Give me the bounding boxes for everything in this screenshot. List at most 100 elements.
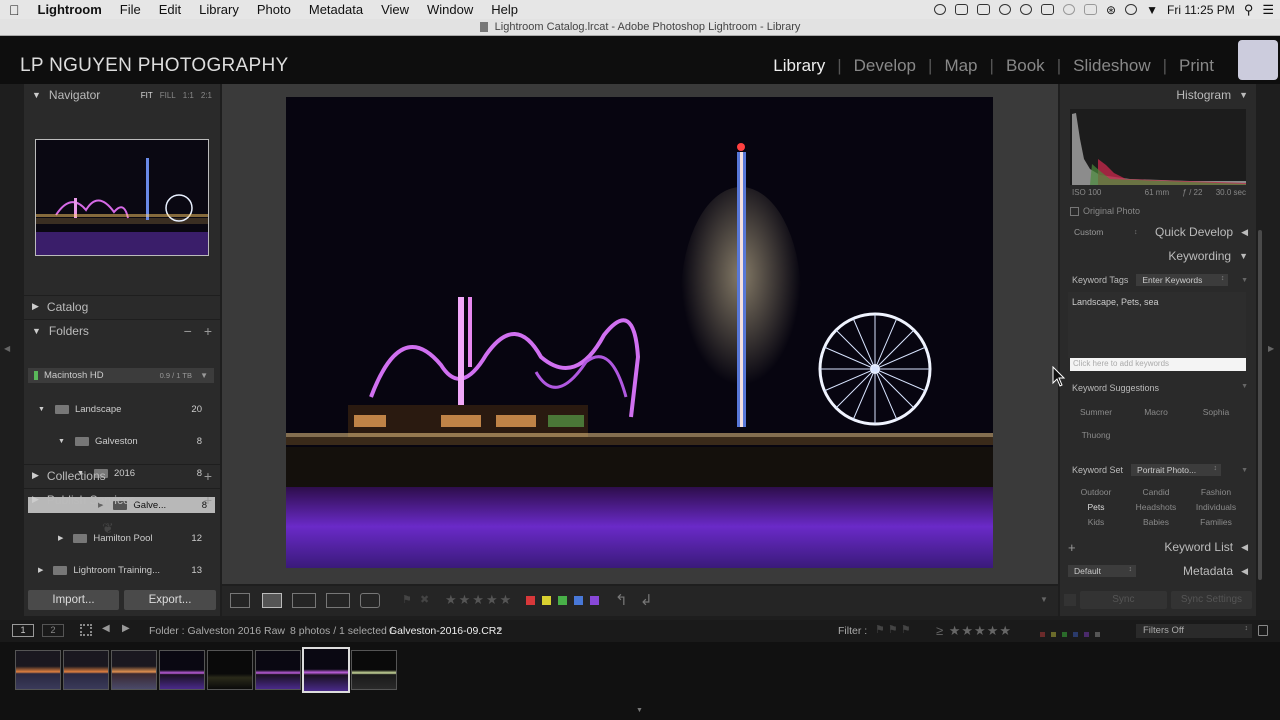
catalog-header[interactable]: ▶ Catalog	[24, 295, 220, 317]
menu-edit[interactable]: Edit	[150, 2, 190, 17]
navigator-header[interactable]: ▼ Navigator FIT FILL 1:1 2:1	[24, 84, 220, 106]
export-button[interactable]: Export...	[124, 590, 216, 610]
add-collection-icon[interactable]: +	[204, 468, 212, 484]
zoom-2-1[interactable]: 2:1	[201, 91, 212, 100]
keyword-suggestion[interactable]: Sophia	[1186, 405, 1246, 428]
left-panel-collapse-arrow[interactable]: ◀	[4, 344, 10, 353]
label-purple-icon[interactable]	[590, 596, 599, 605]
add-keyword-icon[interactable]: +	[1068, 540, 1076, 555]
metadata-preset-select[interactable]: Default ↕	[1068, 565, 1136, 577]
keyword-tags-menu-icon[interactable]: ▼	[1241, 277, 1248, 284]
folder-row[interactable]: ▶ Hamilton Pool 12	[24, 530, 214, 546]
rotate-right-icon[interactable]: ↲	[640, 591, 653, 609]
remove-folder-icon[interactable]: −	[184, 323, 192, 339]
star-rating[interactable]: ★★★★★	[445, 592, 513, 608]
status-vpn-icon[interactable]	[1125, 4, 1138, 15]
checkbox-icon[interactable]	[1070, 206, 1079, 216]
label-red-icon[interactable]	[526, 596, 535, 605]
folder-row[interactable]: ▶ Lightroom Training... 13	[24, 562, 214, 578]
toolbar-menu-icon[interactable]: ▼	[1040, 595, 1048, 604]
zoom-fill[interactable]: FILL	[160, 91, 176, 100]
notification-center-icon[interactable]: ☰	[1262, 2, 1274, 18]
label-green-icon[interactable]	[558, 596, 567, 605]
disclosure-down-icon[interactable]: ▼	[38, 406, 45, 413]
menu-photo[interactable]: Photo	[248, 2, 300, 17]
filter-star-rating[interactable]: ≥ ★★★★★	[936, 623, 1012, 639]
screen-1-button[interactable]: 1	[12, 624, 34, 637]
menu-metadata[interactable]: Metadata	[300, 2, 372, 17]
add-folder-icon[interactable]: +	[204, 323, 212, 339]
status-volume-icon[interactable]	[1084, 4, 1098, 15]
zoom-1-1[interactable]: 1:1	[183, 91, 194, 100]
original-photo-toggle[interactable]: Original Photo	[1070, 206, 1140, 216]
sync-settings-button[interactable]: Sync Settings	[1170, 591, 1252, 609]
bottom-panel-collapse-arrow[interactable]: ▼	[636, 707, 643, 714]
module-develop[interactable]: Develop	[854, 56, 916, 76]
preset-stepper-icon[interactable]: ↕	[1134, 229, 1138, 236]
sync-button[interactable]: Sync	[1079, 591, 1167, 609]
status-record-icon[interactable]	[934, 4, 947, 15]
status-airplay-icon[interactable]	[1041, 4, 1055, 15]
status-wd-icon[interactable]	[977, 4, 991, 15]
metadata-header[interactable]: Default ↕ Metadata ◀	[1060, 560, 1256, 582]
keyword-set-item[interactable]: Babies	[1126, 515, 1186, 530]
main-photo[interactable]	[286, 97, 993, 568]
module-slideshow[interactable]: Slideshow	[1073, 56, 1151, 76]
label-yellow-icon[interactable]	[542, 596, 551, 605]
compare-view-icon[interactable]	[292, 593, 316, 608]
status-creative-cloud-icon[interactable]	[1020, 4, 1033, 15]
menu-file[interactable]: File	[111, 2, 150, 17]
filmstrip-thumbnail[interactable]	[63, 650, 109, 690]
add-publish-service-icon[interactable]: +	[204, 492, 212, 508]
keyword-set-item[interactable]: Families	[1186, 515, 1246, 530]
forward-arrow-icon[interactable]: ▶	[122, 623, 130, 634]
filmstrip-thumbnail[interactable]	[207, 650, 253, 690]
right-panel-scrollbar[interactable]	[1258, 230, 1262, 580]
module-book[interactable]: Book	[1006, 56, 1045, 76]
disclosure-right-icon[interactable]: ▶	[38, 566, 43, 574]
spotlight-search-icon[interactable]: ⚲	[1244, 2, 1254, 18]
grid-view-icon[interactable]	[230, 593, 250, 608]
filmstrip-thumbnail[interactable]	[351, 650, 397, 690]
keyword-set-item-active[interactable]: Pets	[1066, 500, 1126, 515]
loupe-view-icon[interactable]	[262, 593, 282, 608]
bluetooth-icon[interactable]: ⊛	[1106, 3, 1116, 17]
label-blue-icon[interactable]	[574, 596, 583, 605]
filter-flag-icons[interactable]: ⚑ ⚑ ⚑	[875, 623, 911, 636]
filmstrip-filename[interactable]: Galveston-2016-09.CR2	[389, 625, 502, 637]
keyword-list-header[interactable]: + Keyword List ◀	[1060, 536, 1256, 558]
filter-label-purple-icon[interactable]	[1084, 632, 1089, 637]
filter-label-yellow-icon[interactable]	[1051, 632, 1056, 637]
suggestions-menu-icon[interactable]: ▼	[1241, 383, 1248, 393]
keyword-set-item[interactable]: Individuals	[1186, 500, 1246, 515]
navigator-preview[interactable]	[35, 139, 209, 256]
module-print[interactable]: Print	[1179, 56, 1214, 76]
menu-window[interactable]: Window	[418, 2, 482, 17]
status-timemachine-icon[interactable]	[1063, 4, 1076, 15]
keyword-set-menu-icon[interactable]: ▼	[1241, 467, 1248, 474]
quick-develop-header[interactable]: Custom ↕ Quick Develop ◀	[1060, 221, 1256, 243]
keyword-suggestion[interactable]: Summer	[1066, 405, 1126, 428]
filter-color-labels[interactable]	[1040, 628, 1106, 640]
filter-label-gray-icon[interactable]	[1095, 632, 1100, 637]
disclosure-right-icon[interactable]: ▶	[58, 534, 63, 542]
menu-help[interactable]: Help	[482, 2, 527, 17]
import-button[interactable]: Import...	[28, 590, 119, 610]
survey-view-icon[interactable]	[326, 593, 350, 608]
filter-label-red-icon[interactable]	[1040, 632, 1045, 637]
filmstrip-thumbnail[interactable]	[15, 650, 61, 690]
zoom-fit[interactable]: FIT	[141, 91, 153, 100]
status-display-icon[interactable]	[955, 4, 969, 15]
keyword-set-item[interactable]: Outdoor	[1066, 485, 1126, 500]
filter-lock-icon[interactable]	[1258, 625, 1268, 636]
right-panel-collapse-arrow[interactable]: ▶	[1268, 344, 1274, 353]
auto-sync-toggle[interactable]	[1064, 594, 1076, 606]
menu-library[interactable]: Library	[190, 2, 248, 17]
grid-shortcut-icon[interactable]	[80, 624, 92, 636]
filmstrip-thumbnail[interactable]	[159, 650, 205, 690]
rotate-left-icon[interactable]: ↰	[615, 591, 628, 609]
screen-2-button[interactable]: 2	[42, 624, 64, 637]
quick-develop-preset[interactable]: Custom	[1074, 227, 1103, 237]
keyword-set-item[interactable]: Headshots	[1126, 500, 1186, 515]
module-library[interactable]: Library	[773, 56, 825, 76]
